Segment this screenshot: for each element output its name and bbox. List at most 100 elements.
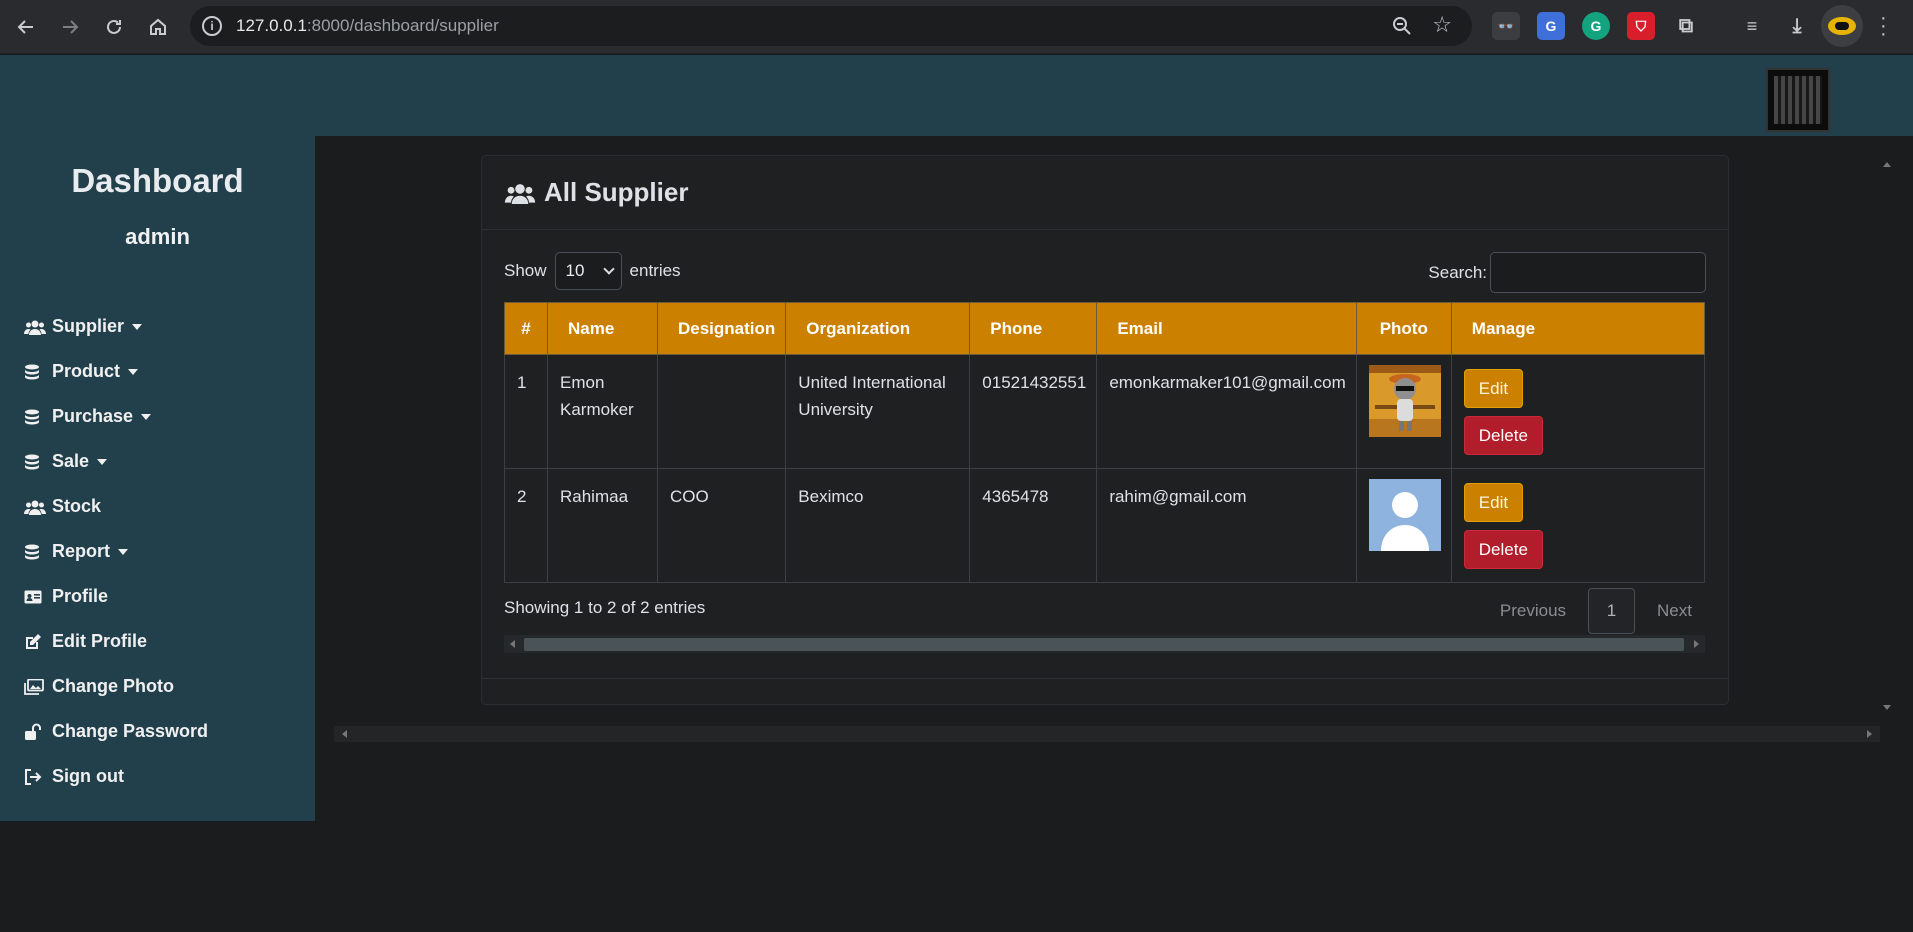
home-icon[interactable]	[140, 9, 176, 45]
zoom-icon[interactable]	[1392, 16, 1412, 36]
edit-button[interactable]: Edit	[1463, 483, 1524, 522]
table-header-row: # Name Designation Organization Phone Em…	[504, 302, 1706, 355]
sidebar-item-label: Sign out	[52, 766, 124, 786]
entries-select[interactable]: 10	[554, 252, 622, 290]
cell-num: 1	[504, 354, 548, 469]
cell-manage: Edit Delete	[1450, 468, 1706, 583]
chevron-down-icon	[602, 263, 615, 275]
database-icon	[24, 544, 48, 560]
sidebar-item-change-password[interactable]: Change Password	[24, 709, 208, 754]
database-icon	[24, 454, 48, 470]
cell-email: emonkarmaker101@gmail.com	[1096, 354, 1357, 469]
user-avatar[interactable]	[1766, 68, 1830, 132]
bookmark-star-icon[interactable]: ☆	[1432, 12, 1452, 38]
header-phone[interactable]: Phone	[969, 302, 1098, 355]
supplier-photo	[1368, 365, 1441, 437]
cell-designation	[656, 354, 787, 469]
sidebar-item-profile[interactable]: Profile	[24, 574, 208, 619]
cell-photo	[1355, 354, 1452, 469]
delete-button[interactable]: Delete	[1463, 530, 1543, 569]
header-name[interactable]: Name	[547, 302, 658, 355]
table-row: 2 Rahimaa COO Beximco 4365478 rahim@gmai…	[504, 468, 1706, 583]
sidebar-item-stock[interactable]: Stock	[24, 484, 208, 529]
extension-shield-icon[interactable]: ⛉	[1627, 12, 1655, 40]
header-organization[interactable]: Organization	[785, 302, 971, 355]
entries-label: entries	[629, 261, 681, 280]
extensions-puzzle-icon[interactable]: ⧉	[1672, 12, 1700, 40]
reload-icon[interactable]	[96, 9, 132, 45]
page-title-text: All Supplier	[544, 177, 689, 207]
sidebar-item-label: Edit Profile	[52, 631, 148, 651]
profile-avatar-icon[interactable]	[1821, 5, 1863, 47]
users-icon	[24, 319, 48, 335]
scrollbar-thumb[interactable]	[524, 638, 1684, 651]
cell-num: 2	[504, 468, 548, 583]
database-icon	[24, 409, 48, 425]
caret-down-icon	[141, 413, 152, 420]
table-row: 1 Emon Karmoker United International Uni…	[504, 354, 1706, 469]
id-card-icon	[24, 590, 48, 604]
card-header: All Supplier	[482, 156, 1728, 230]
url-text[interactable]: 127.0.0.1:8000/dashboard/supplier	[236, 16, 499, 36]
table-info: Showing 1 to 2 of 2 entries	[504, 598, 706, 617]
header-designation[interactable]: Designation	[656, 302, 787, 355]
sidebar-item-report[interactable]: Report	[24, 529, 208, 574]
page-1-button[interactable]: 1	[1588, 588, 1636, 634]
sidebar-item-change-photo[interactable]: Change Photo	[24, 664, 208, 709]
edit-button[interactable]: Edit	[1463, 369, 1524, 408]
vertical-scrollbar[interactable]	[1880, 156, 1894, 716]
cell-phone: 01521432551	[969, 354, 1098, 469]
grammarly-icon[interactable]: G	[1582, 12, 1610, 40]
sidebar-item-edit-profile[interactable]: Edit Profile	[24, 619, 208, 664]
sidebar-brand: Dashboard	[71, 162, 244, 199]
media-control-icon[interactable]: ≡	[1738, 12, 1766, 40]
cell-name: Emon Karmoker	[547, 354, 658, 469]
cell-organization: Beximco	[785, 468, 971, 583]
sidebar-role: admin	[125, 224, 190, 249]
site-info-icon[interactable]: i	[202, 16, 222, 36]
sidebar-item-label: Sale	[52, 451, 90, 471]
sidebar-item-label: Supplier	[52, 316, 125, 336]
header-photo[interactable]: Photo	[1355, 302, 1452, 355]
sidebar-item-purchase[interactable]: Purchase	[24, 394, 208, 439]
sidebar-item-product[interactable]: Product	[24, 349, 208, 394]
page-title: All Supplier	[504, 177, 688, 208]
back-icon[interactable]	[8, 9, 44, 45]
next-button[interactable]: Next	[1657, 601, 1692, 621]
extension-spy-icon[interactable]: 👓	[1492, 12, 1520, 40]
caret-down-icon	[97, 458, 108, 465]
cell-organization: United International University	[785, 354, 971, 469]
cell-photo	[1355, 468, 1452, 583]
sidebar-item-label: Stock	[52, 496, 102, 516]
cell-phone: 4365478	[969, 468, 1098, 583]
show-label: Show	[504, 261, 547, 280]
download-icon[interactable]: ⤓	[1783, 12, 1811, 40]
google-translate-icon[interactable]: G	[1537, 12, 1565, 40]
supplier-table: # Name Designation Organization Phone Em…	[504, 302, 1706, 583]
previous-button[interactable]: Previous	[1500, 601, 1566, 621]
cell-email: rahim@gmail.com	[1096, 468, 1357, 583]
header-manage[interactable]: Manage	[1450, 302, 1706, 355]
sidebar-item-sign-out[interactable]: Sign out	[24, 754, 208, 799]
forward-icon[interactable]	[52, 9, 88, 45]
images-icon	[24, 678, 48, 695]
address-bar[interactable]: i 127.0.0.1:8000/dashboard/supplier ☆	[190, 6, 1472, 46]
horizontal-scrollbar[interactable]	[334, 726, 1880, 742]
browser-menu-icon[interactable]: · · ·	[1880, 8, 1887, 44]
table-horizontal-scrollbar[interactable]	[504, 635, 1705, 653]
header-num[interactable]: #	[504, 302, 548, 355]
sidebar-item-supplier[interactable]: Supplier	[24, 304, 208, 349]
sidebar-item-sale[interactable]: Sale	[24, 439, 208, 484]
sidebar-item-label: Purchase	[52, 406, 134, 426]
header-email[interactable]: Email	[1096, 302, 1357, 355]
search-label: Search:	[1428, 262, 1487, 282]
search-input[interactable]	[1490, 252, 1706, 293]
caret-down-icon	[128, 368, 139, 375]
entries-value: 10	[565, 261, 585, 280]
cell-manage: Edit Delete	[1450, 354, 1706, 469]
entries-control: Show 10 entries	[504, 252, 681, 290]
users-icon	[24, 499, 48, 515]
sidebar-item-label: Profile	[52, 586, 109, 606]
delete-button[interactable]: Delete	[1463, 416, 1543, 455]
default-avatar-icon	[1368, 479, 1441, 551]
